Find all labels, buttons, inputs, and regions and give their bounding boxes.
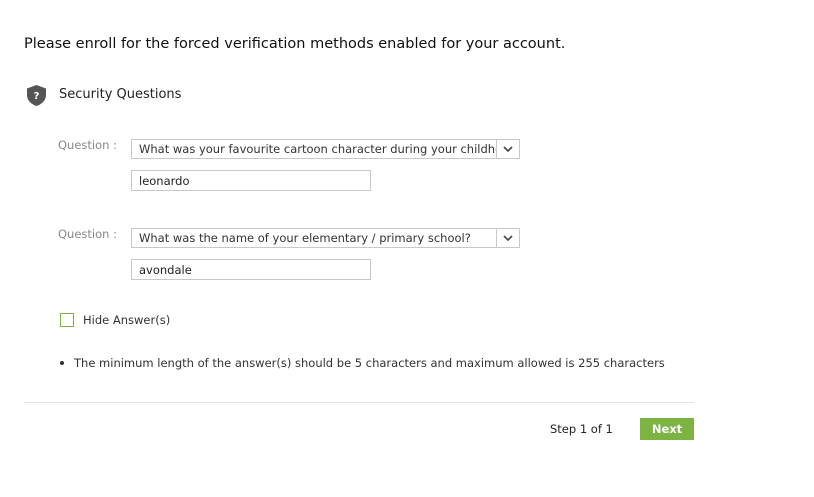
chevron-down-icon[interactable] xyxy=(496,229,519,247)
answer-length-note: The minimum length of the answer(s) shou… xyxy=(60,356,665,370)
question-1-label: Question : xyxy=(58,138,117,152)
divider xyxy=(24,402,694,403)
question-2-select[interactable]: What was the name of your elementary / p… xyxy=(131,228,520,248)
answer-length-note-text: The minimum length of the answer(s) shou… xyxy=(74,356,665,370)
question-1-answer-input[interactable] xyxy=(131,170,371,191)
question-1-select[interactable]: What was your favourite cartoon characte… xyxy=(131,139,520,159)
step-indicator: Step 1 of 1 xyxy=(550,422,613,436)
page-heading: Please enroll for the forced verificatio… xyxy=(24,36,566,52)
shield-question-icon: ? xyxy=(27,85,46,106)
hide-answers-row[interactable]: Hide Answer(s) xyxy=(60,313,170,327)
question-2-answer-input[interactable] xyxy=(131,259,371,280)
section-title: Security Questions xyxy=(59,87,182,102)
question-2-selected-text: What was the name of your elementary / p… xyxy=(139,231,471,245)
bullet-icon xyxy=(60,361,64,365)
question-1-selected-text: What was your favourite cartoon characte… xyxy=(139,142,496,156)
shield-question-glyph: ? xyxy=(34,91,40,102)
next-button[interactable]: Next xyxy=(640,418,694,440)
question-2-label: Question : xyxy=(58,227,117,241)
hide-answers-label[interactable]: Hide Answer(s) xyxy=(83,313,170,327)
chevron-down-icon[interactable] xyxy=(496,140,519,158)
hide-answers-checkbox[interactable] xyxy=(60,313,74,327)
